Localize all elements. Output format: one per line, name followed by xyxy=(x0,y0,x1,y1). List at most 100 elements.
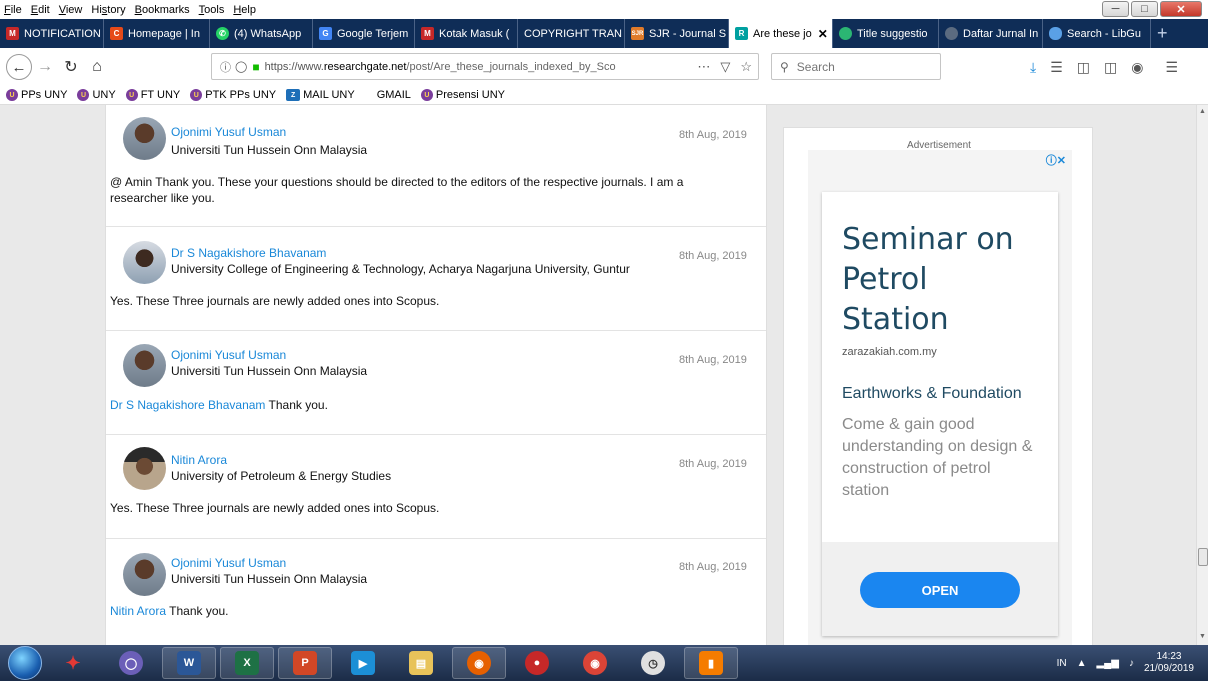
taskbar-explorer[interactable]: ▤ xyxy=(394,647,448,679)
scroll-down-arrow-icon[interactable]: ▼ xyxy=(1199,633,1206,640)
author-name-link[interactable]: Dr S Nagakishore Bhavanam xyxy=(171,246,326,260)
avatar[interactable] xyxy=(123,553,166,596)
tab-sjr[interactable]: SJR SJR - Journal S xyxy=(625,19,729,48)
taskbar-chrome[interactable]: ◉ xyxy=(568,647,622,679)
window-close-button[interactable]: ✕ xyxy=(1160,1,1202,17)
volume-icon[interactable]: ♪ xyxy=(1129,658,1134,669)
ad-title[interactable]: Seminar on Petrol Station xyxy=(842,220,1042,340)
mention-link[interactable]: Nitin Arora xyxy=(110,604,166,618)
menu-tools[interactable]: Tools xyxy=(199,4,225,16)
menu-help[interactable]: Help xyxy=(233,4,256,16)
download-icon[interactable]: ⤓ xyxy=(1030,59,1036,76)
tab-daftar-jurnal[interactable]: Daftar Jurnal In xyxy=(939,19,1043,48)
tab-google-translate[interactable]: G Google Terjem xyxy=(313,19,415,48)
menu-bookmarks[interactable]: Bookmarks xyxy=(135,4,190,16)
forward-arrow-icon[interactable]: → xyxy=(32,54,58,80)
tracking-shield-icon[interactable]: ◯ xyxy=(235,60,247,73)
lock-icon[interactable]: ■ xyxy=(252,60,259,74)
network-signal-icon[interactable]: ▂▄▆ xyxy=(1096,658,1118,669)
menu-history[interactable]: History xyxy=(91,4,125,16)
back-arrow-icon[interactable]: ← xyxy=(6,54,32,80)
search-box[interactable]: ⚲ xyxy=(771,53,941,80)
avatar[interactable] xyxy=(123,117,166,160)
system-clock[interactable]: 14:23 21/09/2019 xyxy=(1144,651,1194,675)
sidebar-icon[interactable]: ◫ xyxy=(1104,59,1117,76)
ad-domain[interactable]: zarazakiah.com.my xyxy=(842,346,937,358)
taskbar-app-orange[interactable]: ▮ xyxy=(684,647,738,679)
bookmark-mail-uny[interactable]: Z MAIL UNY xyxy=(286,89,355,101)
taskbar-app-clock[interactable]: ◷ xyxy=(626,647,680,679)
ad-headline[interactable]: Earthworks & Foundation xyxy=(842,385,1022,403)
uny-logo-icon: U xyxy=(77,89,90,101)
library-icon[interactable]: ☰ xyxy=(1050,59,1063,76)
minimize-button[interactable]: ─ xyxy=(1102,1,1129,17)
menu-file[interactable]: File xyxy=(4,4,22,16)
hamburger-menu-icon[interactable]: ☰ xyxy=(1165,59,1178,76)
tab-notification[interactable]: M NOTIFICATION xyxy=(0,19,104,48)
page-viewport: Ojonimi Yusuf Usman Universiti Tun Husse… xyxy=(0,105,1196,645)
author-affiliation[interactable]: Universiti Tun Hussein Onn Malaysia xyxy=(171,572,367,586)
bookmark-ptk-pps-uny[interactable]: U PTK PPs UNY xyxy=(190,89,276,101)
language-indicator[interactable]: IN xyxy=(1057,658,1067,669)
start-button[interactable] xyxy=(8,646,42,680)
taskbar-word[interactable]: W xyxy=(162,647,216,679)
taskbar-media-player[interactable]: ▶ xyxy=(336,647,390,679)
taskbar-powerpoint[interactable]: P xyxy=(278,647,332,679)
app-icon: ▮ xyxy=(699,651,723,675)
page-actions-icon[interactable]: ⋯ xyxy=(697,59,710,75)
maximize-button[interactable]: □ xyxy=(1131,1,1158,17)
scrollbar-thumb[interactable] xyxy=(1198,548,1208,566)
taskbar-pin-app[interactable]: ✦ xyxy=(46,647,100,679)
answer-text: Dr S Nagakishore Bhavanam Thank you. xyxy=(110,397,740,413)
search-input[interactable] xyxy=(796,59,927,74)
avatar[interactable] xyxy=(123,447,166,490)
page-scrollbar[interactable]: ▲ ▼ xyxy=(1196,105,1208,645)
new-tab-icon[interactable]: + xyxy=(1151,23,1174,44)
windows-taskbar: ✦ ◯ W X P ▶ ▤ ◉ ● ◉ ◷ ▮ IN ▲ ▂▄▆ ♪ 14:23… xyxy=(0,645,1208,681)
author-name-link[interactable]: Ojonimi Yusuf Usman xyxy=(171,348,286,362)
show-hidden-icons-icon[interactable]: ▲ xyxy=(1077,658,1087,669)
bookmark-presensi-uny[interactable]: U Presensi UNY xyxy=(420,89,505,101)
author-affiliation[interactable]: University College of Engineering & Tech… xyxy=(171,262,630,276)
ad-open-button[interactable]: OPEN xyxy=(860,572,1020,608)
bookmark-pps-uny[interactable]: U PPs UNY xyxy=(6,89,67,101)
author-affiliation[interactable]: University of Petroleum & Energy Studies xyxy=(171,469,391,483)
ad-card[interactable]: Seminar on Petrol Station zarazakiah.com… xyxy=(822,192,1058,636)
menu-edit[interactable]: Edit xyxy=(31,4,50,16)
author-name-link[interactable]: Nitin Arora xyxy=(171,453,227,467)
home-icon[interactable]: ⌂ xyxy=(84,54,110,80)
bookmark-star-icon[interactable]: ☆ xyxy=(740,59,752,75)
avatar[interactable] xyxy=(123,241,166,284)
tab-libguides[interactable]: Search - LibGu xyxy=(1043,19,1151,48)
address-bar[interactable]: ⓘ ◯ ■ https://www. researchgate.net/post/… xyxy=(211,53,759,80)
tab-close-icon[interactable]: ✕ xyxy=(818,27,828,41)
reader-view-icon[interactable]: ◫ xyxy=(1077,59,1090,76)
author-name-link[interactable]: Ojonimi Yusuf Usman xyxy=(171,125,286,139)
tab-researchgate-active[interactable]: R Are these jo ✕ xyxy=(729,19,833,48)
author-affiliation[interactable]: Universiti Tun Hussein Onn Malaysia xyxy=(171,143,367,157)
bookmark-gmail[interactable]: GMAIL xyxy=(377,89,411,101)
author-affiliation[interactable]: Universiti Tun Hussein Onn Malaysia xyxy=(171,364,367,378)
tab-copyright[interactable]: COPYRIGHT TRAN xyxy=(518,19,625,48)
taskbar-excel[interactable]: X xyxy=(220,647,274,679)
taskbar-app-orb[interactable]: ◯ xyxy=(104,647,158,679)
pocket-icon[interactable]: ▽ xyxy=(720,59,730,75)
reload-icon[interactable]: ↻ xyxy=(58,54,84,80)
bookmark-ft-uny[interactable]: U FT UNY xyxy=(125,89,180,101)
info-icon[interactable]: ⓘ xyxy=(220,59,231,75)
tab-homepage[interactable]: C Homepage | In xyxy=(104,19,210,48)
tab-whatsapp[interactable]: ✆ (4) WhatsApp xyxy=(210,19,313,48)
bookmark-uny[interactable]: U UNY xyxy=(77,89,116,101)
taskbar-firefox[interactable]: ◉ xyxy=(452,647,506,679)
ad-choices-close-icon[interactable]: ⓘ✕ xyxy=(1046,152,1066,168)
tab-kotak-masuk[interactable]: M Kotak Masuk ( xyxy=(415,19,518,48)
mention-link[interactable]: Dr S Nagakishore Bhavanam xyxy=(110,398,265,412)
author-name-link[interactable]: Ojonimi Yusuf Usman xyxy=(171,556,286,570)
taskbar-app-red[interactable]: ● xyxy=(510,647,564,679)
menu-view[interactable]: View xyxy=(59,4,83,16)
scroll-up-arrow-icon[interactable]: ▲ xyxy=(1199,108,1206,115)
avatar[interactable] xyxy=(123,344,166,387)
tab-title-suggestion[interactable]: Title suggestio xyxy=(833,19,939,48)
account-icon[interactable]: ◉ xyxy=(1131,59,1143,76)
ad-body[interactable]: Come & gain good understanding on design… xyxy=(842,414,1042,502)
